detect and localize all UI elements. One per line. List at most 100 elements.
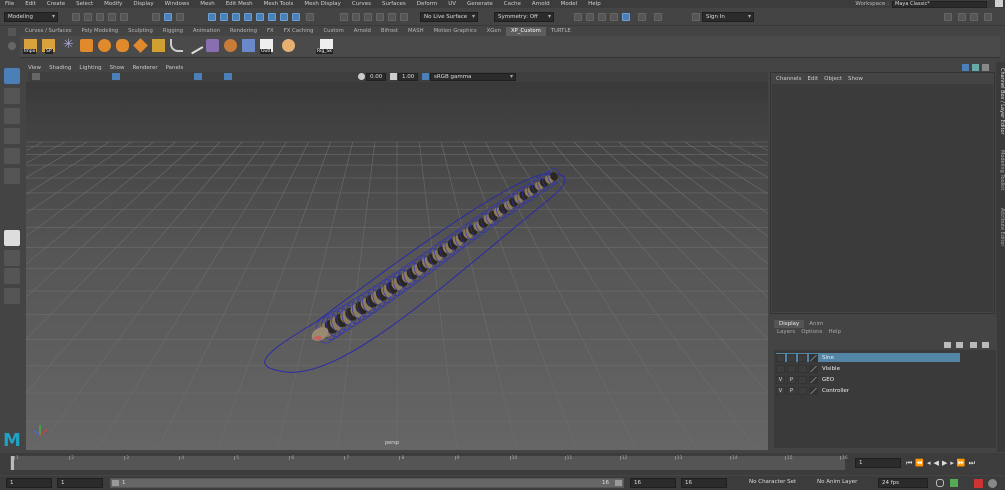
tab-fx[interactable]: FX (262, 27, 279, 36)
go-to-end-icon[interactable]: ⏭ (969, 459, 975, 468)
window-close-icon[interactable] (995, 0, 1003, 7)
single-view-icon[interactable] (4, 230, 20, 246)
lasso-tool-icon[interactable] (4, 88, 20, 104)
snap-vertex-icon[interactable] (400, 13, 408, 21)
snap-grid-icon[interactable] (340, 13, 348, 21)
live-surface-dropdown[interactable]: No Live Surface (420, 12, 478, 22)
animation-end-field[interactable]: 16 (681, 478, 727, 488)
rotate-tool-icon[interactable] (4, 148, 20, 164)
move-tool-icon[interactable] (4, 128, 20, 144)
menu-mesh-display[interactable]: Mesh Display (304, 1, 341, 7)
menu-edit-mesh[interactable]: Edit Mesh (226, 1, 253, 7)
smooth-shade-icon[interactable] (194, 73, 202, 80)
paint-select-icon[interactable] (4, 108, 20, 124)
layer-playback-toggle[interactable]: P (787, 386, 796, 395)
layer-visibility-toggle[interactable] (776, 364, 785, 373)
menu-create[interactable]: Create (47, 1, 65, 7)
select-object-icon[interactable] (164, 13, 172, 21)
asterisk-icon[interactable]: ✳ (62, 38, 75, 52)
character-set-dropdown[interactable]: No Character Set (746, 478, 808, 488)
layer-move-down-icon[interactable] (956, 342, 963, 348)
loop-icon[interactable] (936, 479, 944, 487)
current-time-marker[interactable] (11, 456, 14, 470)
layer-color-swatch[interactable] (809, 375, 818, 384)
multi-cube-icon[interactable] (152, 39, 165, 52)
sphere-cube-icon[interactable] (98, 39, 111, 52)
layers-menu-options[interactable]: Options (801, 329, 822, 335)
channel-filter-icon[interactable] (962, 64, 969, 71)
viewport-menu-view[interactable]: View (28, 65, 41, 71)
layer-playback-toggle[interactable] (787, 353, 796, 362)
new-layer-selected-icon[interactable] (982, 342, 989, 348)
sign-in-dropdown[interactable]: Sign In (702, 12, 754, 22)
shelf-menu-icon[interactable] (8, 42, 16, 50)
menu-curves[interactable]: Curves (352, 1, 371, 7)
textured-icon[interactable] (224, 73, 232, 80)
select-mask-icon-6[interactable] (268, 13, 276, 21)
channel-menu-channels[interactable]: Channels (776, 76, 801, 82)
layer-display-type[interactable] (798, 353, 807, 362)
select-mask-icon-4[interactable] (244, 13, 252, 21)
render-settings-icon[interactable] (598, 13, 606, 21)
menu-model[interactable]: Model (561, 1, 578, 7)
four-view-icon[interactable] (4, 250, 20, 266)
undo-icon[interactable] (108, 13, 116, 21)
tab-xgen[interactable]: XGen (482, 27, 506, 36)
snap-point-icon[interactable] (364, 13, 372, 21)
snap-view-icon[interactable] (376, 13, 384, 21)
layer-row[interactable]: V P Controller (776, 386, 960, 395)
layer-visibility-toggle[interactable]: V (776, 386, 785, 395)
layer-row[interactable]: Visible (776, 364, 960, 373)
tab-channel-box-layer-editor[interactable]: Channel Box / Layer Editor (996, 68, 1005, 135)
range-slider[interactable]: 1 16 (110, 478, 624, 488)
cube-orange-icon[interactable] (80, 39, 93, 52)
color-management-icon[interactable] (422, 73, 429, 80)
lock-icon[interactable] (306, 13, 314, 21)
diamond-icon[interactable] (133, 38, 148, 53)
redo-icon[interactable] (120, 13, 128, 21)
viewport-menu-shading[interactable]: Shading (49, 65, 71, 71)
range-end-handle[interactable] (615, 480, 622, 486)
layer-color-swatch[interactable] (809, 386, 818, 395)
layer-display-type[interactable] (798, 364, 807, 373)
layer-display-type[interactable] (798, 375, 807, 384)
symmetry-dropdown[interactable]: Symmetry: Off (494, 12, 554, 22)
anim-layer-dropdown[interactable]: No Anim Layer (814, 478, 874, 488)
menu-arnold[interactable]: Arnold (532, 1, 550, 7)
step-forward-frame-icon[interactable]: ▸ (950, 459, 954, 467)
fps-dropdown[interactable]: 24 fps (878, 478, 928, 488)
curve-tool-icon[interactable] (170, 39, 183, 52)
channel-settings-icon[interactable] (982, 64, 989, 71)
menu-file[interactable]: File (5, 1, 14, 7)
channel-menu-edit[interactable]: Edit (807, 76, 818, 82)
layer-playback-toggle[interactable]: P (787, 375, 796, 384)
character-controls-icon[interactable] (958, 13, 966, 21)
auto-key-icon[interactable] (974, 479, 983, 488)
viewport-menu-renderer[interactable]: Renderer (132, 65, 157, 71)
select-mask-icon-5[interactable] (256, 13, 264, 21)
select-mask-icon-3[interactable] (232, 13, 240, 21)
layer-move-up-icon[interactable] (944, 342, 951, 348)
channel-box-icon[interactable] (984, 13, 992, 21)
viewport-menu-show[interactable]: Show (110, 65, 125, 71)
gamma-field[interactable]: 1.00 (398, 73, 418, 81)
viewport-menu-lighting[interactable]: Lighting (79, 65, 101, 71)
tab-arnold[interactable]: Arnold (349, 27, 376, 36)
render-icon[interactable] (574, 13, 582, 21)
menu-deform[interactable]: Deform (417, 1, 437, 7)
new-scene-icon[interactable] (72, 13, 80, 21)
layer-color-swatch[interactable] (809, 353, 818, 362)
tab-animation[interactable]: Animation (188, 27, 225, 36)
tab-curves-surfaces[interactable]: Curves / Surfaces (20, 27, 76, 36)
tab-display[interactable]: Display (774, 320, 805, 328)
play-backward-icon[interactable]: ◀ (934, 459, 939, 467)
pause-icon[interactable] (654, 13, 662, 21)
layer-visibility-toggle[interactable]: V (776, 375, 785, 384)
save-scene-icon[interactable] (96, 13, 104, 21)
arnold-render-icon[interactable] (638, 13, 646, 21)
exposure-field[interactable]: 0.00 (366, 73, 386, 81)
tab-fx-caching[interactable]: FX Caching (279, 27, 319, 36)
outliner-layout-icon[interactable] (4, 288, 20, 304)
snap-curve-icon[interactable] (352, 13, 360, 21)
tab-attribute-editor[interactable]: Attribute Editor (996, 208, 1005, 246)
